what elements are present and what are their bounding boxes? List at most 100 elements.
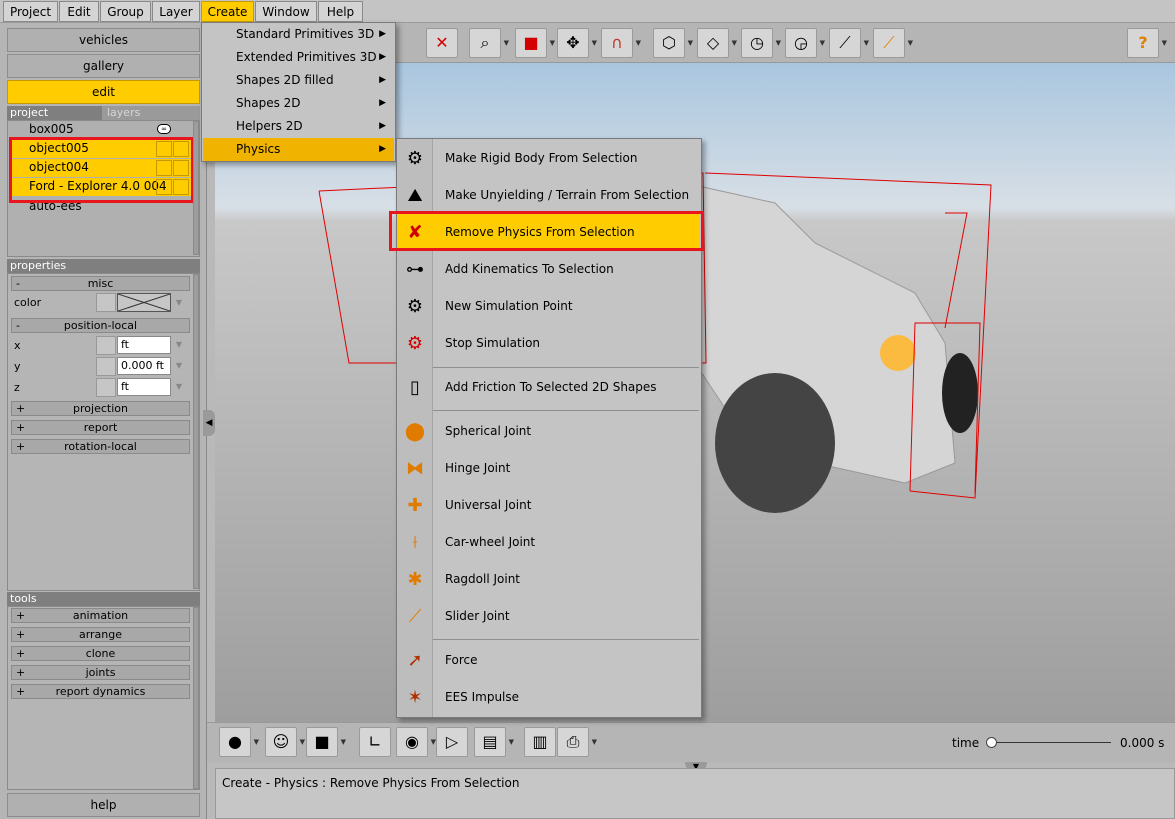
object-list-scrollbar[interactable] (193, 121, 199, 255)
create-menu: Standard Primitives 3D ▶ Extended Primiti… (201, 22, 396, 162)
snap-button[interactable]: ∩ ▼ (601, 28, 641, 58)
collapse-panel-handle[interactable]: ◀ (203, 410, 215, 436)
edit-button[interactable]: edit (7, 80, 200, 104)
bottom-toolbar: ● ▼ ☺ ▼ ■ ▼ ∟ ◉ ▼ ▷ ▤ ▼ ▥ ⎙ ▼ time 0.000 s (207, 722, 1175, 763)
menu-item-car-wheel-joint[interactable]: ⟊ Car-wheel Joint (397, 524, 700, 561)
chevron-down-icon[interactable]: ▼ (172, 378, 186, 396)
chevron-right-icon: ▶ (379, 29, 386, 39)
menu-item-slider-joint[interactable]: ⟋ Slider Joint (397, 598, 700, 635)
character-button[interactable]: ☺ ▼ (265, 727, 305, 757)
x-lock[interactable] (96, 336, 116, 355)
delete-button[interactable]: ✕ (426, 28, 458, 58)
chevron-down-icon: ▼ (549, 39, 555, 47)
measure-button[interactable]: ⟋ ▼ (829, 28, 869, 58)
menu-item-new-simulation-point[interactable]: ⚙ New Simulation Point (397, 288, 700, 325)
stop-simulation-icon: ⚙ (406, 333, 424, 354)
gears-icon: ⚙ (406, 148, 424, 169)
help-toolbar-button[interactable]: ? ▼ (1127, 28, 1167, 58)
print-button[interactable]: ⎙ ▼ (557, 727, 597, 757)
chevron-down-icon[interactable]: ▼ (172, 336, 186, 354)
menu-item-add-kinematics[interactable]: ⊶ Add Kinematics To Selection (397, 251, 700, 288)
rotate-button[interactable]: ◷ ▼ (741, 28, 781, 58)
menu-window[interactable]: Window (255, 1, 317, 22)
misc-group[interactable]: - misc (11, 276, 190, 291)
plane-view-button[interactable]: ◇ ▼ (697, 28, 737, 58)
chevron-down-icon[interactable]: ▼ (172, 357, 186, 375)
z-lock[interactable] (96, 378, 116, 397)
vehicles-button[interactable]: vehicles (7, 28, 200, 52)
background-button[interactable]: ■ ▼ (306, 727, 346, 757)
chevron-down-icon[interactable]: ▼ (172, 294, 186, 312)
menu-item-ragdoll-joint[interactable]: ✱ Ragdoll Joint (397, 561, 700, 598)
color-swatch[interactable] (117, 293, 171, 312)
z-field[interactable]: ft (117, 378, 171, 396)
chevron-down-icon: ▼ (731, 39, 737, 47)
box-view-button[interactable]: ⬡ ▼ (653, 28, 693, 58)
menu-item-physics[interactable]: Physics ▶ (203, 138, 394, 161)
angle-button[interactable]: ◶ ▼ (785, 28, 825, 58)
select-object-button[interactable]: ■ ▼ (515, 28, 555, 58)
collapse-icon: - (16, 277, 20, 290)
chevron-down-icon: ▼ (591, 738, 597, 746)
report-button[interactable]: ▥ (524, 727, 556, 757)
menu-project[interactable]: Project (3, 1, 58, 22)
y-lock[interactable] (96, 357, 116, 376)
menu-item-stop-simulation[interactable]: ⚙ Stop Simulation (397, 325, 700, 362)
tool-report-dynamics[interactable]: + report dynamics (11, 684, 190, 699)
tools-scrollbar[interactable] (193, 607, 199, 789)
move-button[interactable]: ✥ ▼ (557, 28, 597, 58)
graph-button[interactable]: ∟ (359, 727, 391, 757)
time-slider-thumb[interactable] (986, 737, 997, 748)
position-local-group[interactable]: - position-local (11, 318, 190, 333)
terrain-icon: ⛰ (407, 185, 423, 206)
menu-item-spherical-joint[interactable]: ⬤ Spherical Joint (397, 413, 700, 450)
zoom-button[interactable]: ⌕ ▼ (469, 28, 509, 58)
tool-button[interactable]: ⟋ ▼ (873, 28, 913, 58)
hinge-joint-icon: ⧓ (406, 458, 424, 479)
menu-item-make-unyielding-terrain[interactable]: ⛰ Make Unyielding / Terrain From Selectio… (397, 177, 700, 214)
red-x-icon: ✕ (435, 33, 449, 52)
menu-item-universal-joint[interactable]: ✚ Universal Joint (397, 487, 700, 524)
y-field[interactable]: 0.000 ft (117, 357, 171, 375)
playback-options-button[interactable]: ▤ ▼ (474, 727, 514, 757)
menu-item-ees-impulse[interactable]: ✶ EES Impulse (397, 679, 700, 716)
menu-item-make-rigid-body[interactable]: ⚙ Make Rigid Body From Selection (397, 140, 700, 177)
menu-item-helpers-2d[interactable]: Helpers 2D ▶ (203, 115, 394, 138)
report-group[interactable]: + report (11, 420, 190, 435)
color-well[interactable] (96, 293, 116, 312)
tool-joints[interactable]: + joints (11, 665, 190, 680)
tool-clone[interactable]: + clone (11, 646, 190, 661)
camera-button[interactable]: ◉ ▼ (396, 727, 436, 757)
gallery-button[interactable]: gallery (7, 54, 200, 78)
no-color-icon (117, 293, 171, 312)
rotation-local-group[interactable]: + rotation-local (11, 439, 190, 454)
play-button[interactable]: ▷ (436, 727, 468, 757)
menu-item-add-friction[interactable]: ▯ Add Friction To Selected 2D Shapes (397, 369, 700, 406)
menu-layer[interactable]: Layer (152, 1, 200, 22)
menu-group[interactable]: Group (100, 1, 151, 22)
menu-item-force[interactable]: ➚ Force (397, 642, 700, 679)
menu-item-extended-primitives-3d[interactable]: Extended Primitives 3D ▶ (203, 46, 394, 69)
link-icon: ∞ (157, 124, 171, 134)
menu-edit[interactable]: Edit (59, 1, 99, 22)
time-slider-track[interactable] (991, 742, 1111, 743)
tab-project[interactable]: project (7, 106, 102, 120)
menu-create[interactable]: Create (201, 1, 254, 22)
menu-help[interactable]: Help (318, 1, 363, 22)
x-field[interactable]: ft (117, 336, 171, 354)
material-button[interactable]: ● ▼ (219, 727, 259, 757)
menu-item-hinge-joint[interactable]: ⧓ Hinge Joint (397, 450, 700, 487)
graph-icon: ∟ (368, 732, 382, 751)
chevron-down-icon: ▼ (863, 39, 869, 47)
help-button[interactable]: help (7, 793, 200, 817)
menu-item-shapes-2d-filled[interactable]: Shapes 2D filled ▶ (203, 69, 394, 92)
projection-group[interactable]: + projection (11, 401, 190, 416)
properties-scrollbar[interactable] (193, 274, 199, 589)
tab-layers[interactable]: layers (107, 106, 197, 120)
menu-item-shapes-2d[interactable]: Shapes 2D ▶ (203, 92, 394, 115)
expand-icon: + (16, 609, 26, 622)
menu-item-standard-primitives-3d[interactable]: Standard Primitives 3D ▶ (203, 23, 394, 46)
tool-arrange[interactable]: + arrange (11, 627, 190, 642)
plane-icon: ◇ (706, 33, 720, 52)
tool-animation[interactable]: + animation (11, 608, 190, 623)
